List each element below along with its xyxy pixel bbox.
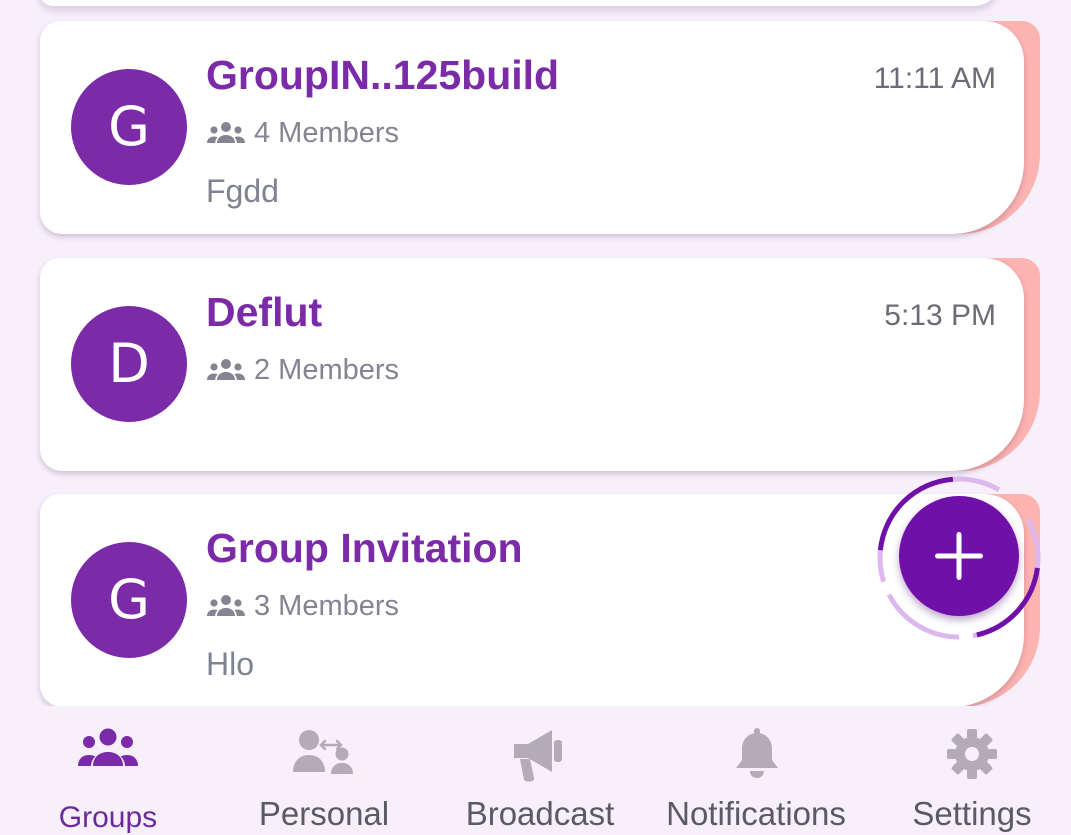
members-icon <box>207 359 245 380</box>
nav-tab-personal[interactable]: Personal <box>216 706 432 835</box>
group-card[interactable]: G GroupIN..125build 11:11 AM 4 Members F… <box>40 21 1040 234</box>
add-group-button[interactable] <box>899 496 1019 616</box>
megaphone-icon <box>514 730 562 782</box>
group-name: GroupIN..125build <box>206 52 560 98</box>
group-name: Group Invitation <box>206 525 523 571</box>
last-message-time: 11:11 AM <box>873 62 996 95</box>
members-icon <box>207 122 245 143</box>
groups-icon <box>78 728 138 766</box>
last-message: Fgdd <box>206 173 279 209</box>
member-count: 3 Members <box>206 588 399 624</box>
nav-label-personal: Personal <box>258 795 390 832</box>
group-card-body[interactable]: G GroupIN..125build 11:11 AM 4 Members F… <box>40 21 1024 234</box>
last-message-time: 5:13 PM <box>884 299 996 332</box>
nav-label-broadcast: Broadcast <box>465 795 615 832</box>
nav-label-settings: Settings <box>912 795 1032 832</box>
nav-label-groups: Groups <box>58 801 158 834</box>
group-avatar: D <box>71 306 187 422</box>
nav-tab-notifications[interactable]: Notifications <box>648 706 864 835</box>
nav-tab-settings[interactable]: Settings <box>864 706 1071 835</box>
group-name: Deflut <box>206 289 323 335</box>
group-avatar: G <box>71 542 187 658</box>
partial-group-card[interactable] <box>40 0 1000 6</box>
member-count: 2 Members <box>206 352 399 388</box>
group-avatar: G <box>71 69 187 185</box>
group-card[interactable]: D Deflut 5:13 PM 2 Members <box>40 258 1040 471</box>
bell-icon <box>736 728 778 778</box>
nav-tab-groups[interactable]: Groups <box>0 706 216 835</box>
nav-tab-broadcast[interactable]: Broadcast <box>432 706 648 835</box>
member-count-label: 3 Members <box>254 590 400 622</box>
group-card-body[interactable]: D Deflut 5:13 PM 2 Members <box>40 258 1024 471</box>
personal-chat-icon <box>293 730 353 774</box>
gear-icon <box>947 729 997 779</box>
last-message: Hlo <box>206 646 255 682</box>
groups-screen: G GroupIN..125build 11:11 AM 4 Members F… <box>0 0 1071 835</box>
member-count: 4 Members <box>206 115 399 151</box>
bottom-nav: Groups Personal Broadcast Notifications … <box>0 706 1071 835</box>
plus-icon <box>935 532 983 580</box>
nav-label-notifications: Notifications <box>666 795 846 832</box>
member-count-label: 2 Members <box>254 354 400 386</box>
members-icon <box>207 595 245 616</box>
member-count-label: 4 Members <box>254 117 400 149</box>
